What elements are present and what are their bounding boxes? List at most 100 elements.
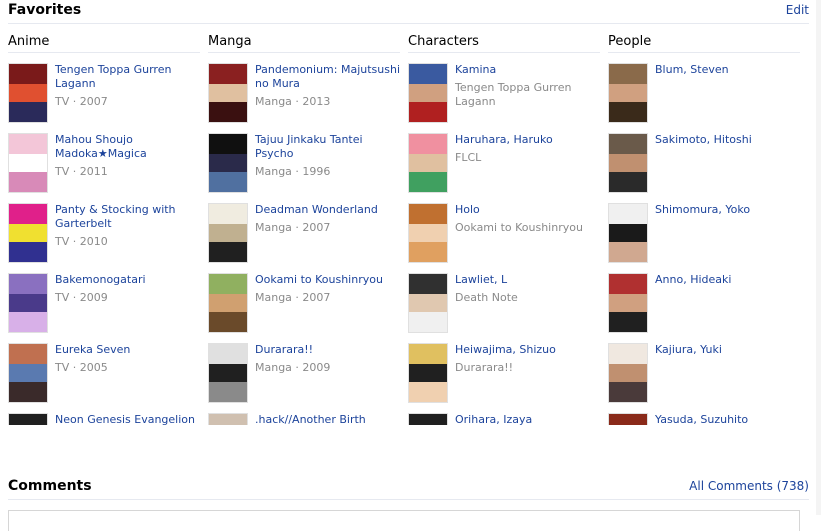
thumbnail-image[interactable] <box>8 203 48 263</box>
favorite-item: Blum, Steven <box>608 63 800 133</box>
thumbnail-image[interactable] <box>8 63 48 123</box>
thumbnail-image[interactable] <box>8 343 48 403</box>
item-name-link[interactable]: Kamina <box>455 63 600 77</box>
item-name-link[interactable]: Mahou Shoujo Madoka★Magica <box>55 133 200 161</box>
thumbnail-image[interactable] <box>608 413 648 425</box>
favorite-item: Durarara!! Manga · 2009 <box>208 343 400 413</box>
item-info: Kamina Tengen Toppa Gurren Lagann <box>455 63 600 109</box>
item-name-link[interactable]: Haruhara, Haruko <box>455 133 600 147</box>
item-name-link[interactable]: Kajiura, Yuki <box>655 343 800 357</box>
all-comments-link[interactable]: All Comments (738) <box>689 479 809 493</box>
favorite-item: Tajuu Jinkaku Tantei Psycho Manga · 1996 <box>208 133 400 203</box>
item-info: Ookami to Koushinryou Manga · 2007 <box>255 273 400 305</box>
thumbnail-image[interactable] <box>8 273 48 333</box>
item-subtitle: Manga · 2007 <box>255 291 331 304</box>
item-name-link[interactable]: Eureka Seven <box>55 343 200 357</box>
thumbnail-image[interactable] <box>608 343 648 403</box>
item-info: Panty & Stocking with Garterbelt TV · 201… <box>55 203 200 249</box>
thumbnail-image[interactable] <box>208 203 248 263</box>
item-name-link[interactable]: Yasuda, Suzuhito <box>655 413 800 425</box>
item-subtitle: Durarara!! <box>455 361 514 374</box>
item-info: Heiwajima, Shizuo Durarara!! <box>455 343 600 375</box>
item-name-link[interactable]: Deadman Wonderland <box>255 203 400 217</box>
favorite-item: Heiwajima, Shizuo Durarara!! <box>408 343 600 413</box>
comment-box[interactable] <box>8 510 800 531</box>
column-title: Manga <box>208 32 400 53</box>
favorite-item: Lawliet, L Death Note <box>408 273 600 343</box>
scrollbar-edge[interactable] <box>816 0 821 515</box>
thumbnail-image[interactable] <box>208 343 248 403</box>
thumbnail-image[interactable] <box>608 203 648 263</box>
column-title: Characters <box>408 32 600 53</box>
thumbnail-image[interactable] <box>408 273 448 333</box>
thumbnail-image[interactable] <box>408 343 448 403</box>
item-info: Durarara!! Manga · 2009 <box>255 343 400 375</box>
item-name-link[interactable]: Sakimoto, Hitoshi <box>655 133 800 147</box>
item-info: Haruhara, Haruko FLCL <box>455 133 600 165</box>
item-subtitle: Death Note <box>455 291 518 304</box>
thumbnail-image[interactable] <box>408 133 448 193</box>
column-title: People <box>608 32 800 53</box>
item-info: Mahou Shoujo Madoka★Magica TV · 2011 <box>55 133 200 179</box>
item-name-link[interactable]: Shimomura, Yoko <box>655 203 800 217</box>
thumbnail-image[interactable] <box>208 63 248 123</box>
favorites-title: Favorites <box>8 2 82 18</box>
item-name-link[interactable]: Blum, Steven <box>655 63 800 77</box>
favorite-item: Neon Genesis Evangelion <box>8 413 200 425</box>
item-name-link[interactable]: Orihara, Izaya <box>455 413 600 425</box>
item-name-link[interactable]: Pandemonium: Majutsushi no Mura <box>255 63 400 91</box>
favorite-item: Panty & Stocking with Garterbelt TV · 201… <box>8 203 200 273</box>
favorite-item: Ookami to Koushinryou Manga · 2007 <box>208 273 400 343</box>
item-name-link[interactable]: Anno, Hideaki <box>655 273 800 287</box>
favorite-item: Anno, Hideaki <box>608 273 800 343</box>
favorite-item: Yasuda, Suzuhito <box>608 413 800 425</box>
favorite-item: Haruhara, Haruko FLCL <box>408 133 600 203</box>
thumbnail-image[interactable] <box>8 413 48 425</box>
thumbnail-image[interactable] <box>408 203 448 263</box>
thumbnail-image[interactable] <box>408 63 448 123</box>
item-name-link[interactable]: Durarara!! <box>255 343 400 357</box>
thumbnail-image[interactable] <box>208 273 248 333</box>
thumbnail-image[interactable] <box>8 133 48 193</box>
comments-title: Comments <box>8 478 92 494</box>
item-info: Orihara, Izaya <box>455 413 600 425</box>
favorite-item: Sakimoto, Hitoshi <box>608 133 800 203</box>
item-info: Shimomura, Yoko <box>655 203 800 217</box>
column-title: Anime <box>8 32 200 53</box>
favorite-item: Eureka Seven TV · 2005 <box>8 343 200 413</box>
item-name-link[interactable]: Neon Genesis Evangelion <box>55 413 200 425</box>
favorite-item: Shimomura, Yoko <box>608 203 800 273</box>
favorite-item: Pandemonium: Majutsushi no Mura Manga · 2… <box>208 63 400 133</box>
thumbnail-image[interactable] <box>608 133 648 193</box>
thumbnail-image[interactable] <box>208 413 248 425</box>
item-name-link[interactable]: Holo <box>455 203 600 217</box>
item-subtitle: TV · 2009 <box>55 291 108 304</box>
item-info: Holo Ookami to Koushinryou <box>455 203 600 235</box>
item-info: Pandemonium: Majutsushi no Mura Manga · 2… <box>255 63 400 109</box>
thumbnail-image[interactable] <box>608 273 648 333</box>
favorite-item: .hack//Another Birth <box>208 413 400 425</box>
item-info: Blum, Steven <box>655 63 800 77</box>
thumbnail-image[interactable] <box>208 133 248 193</box>
favorite-item: Bakemonogatari TV · 2009 <box>8 273 200 343</box>
item-subtitle: TV · 2010 <box>55 235 108 248</box>
favorites-column-manga: Manga Pandemonium: Majutsushi no Mura Mang… <box>208 32 400 425</box>
item-name-link[interactable]: Tengen Toppa Gurren Lagann <box>55 63 200 91</box>
favorite-item: Mahou Shoujo Madoka★Magica TV · 2011 <box>8 133 200 203</box>
item-name-link[interactable]: Lawliet, L <box>455 273 600 287</box>
item-info: Yasuda, Suzuhito <box>655 413 800 425</box>
item-name-link[interactable]: Panty & Stocking with Garterbelt <box>55 203 200 231</box>
thumbnail-image[interactable] <box>408 413 448 425</box>
item-name-link[interactable]: .hack//Another Birth <box>255 413 400 425</box>
favorite-item: Kamina Tengen Toppa Gurren Lagann <box>408 63 600 133</box>
item-subtitle: Manga · 2013 <box>255 95 331 108</box>
item-name-link[interactable]: Bakemonogatari <box>55 273 200 287</box>
item-name-link[interactable]: Ookami to Koushinryou <box>255 273 400 287</box>
item-name-link[interactable]: Tajuu Jinkaku Tantei Psycho <box>255 133 400 161</box>
item-info: Anno, Hideaki <box>655 273 800 287</box>
item-name-link[interactable]: Heiwajima, Shizuo <box>455 343 600 357</box>
favorites-column-people: People Blum, Steven Sakimoto, Hitoshi Shimo… <box>608 32 800 425</box>
comments-header: Comments All Comments (738) <box>8 475 809 500</box>
thumbnail-image[interactable] <box>608 63 648 123</box>
edit-favorites-link[interactable]: Edit <box>786 3 809 17</box>
